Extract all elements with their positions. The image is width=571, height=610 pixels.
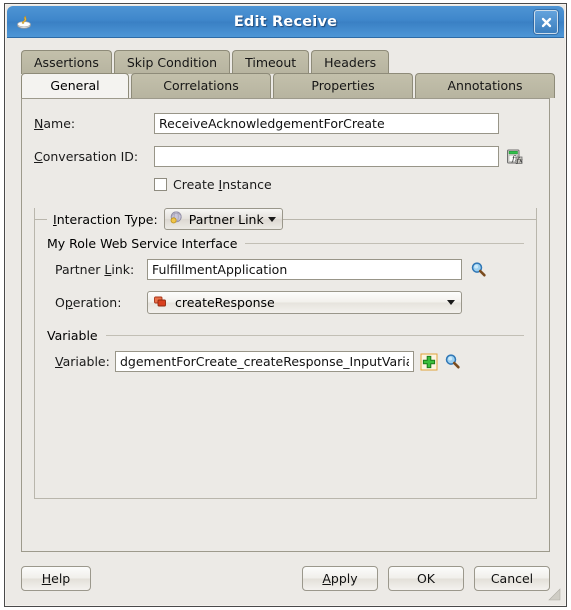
partner-link-row: Partner Link:: [47, 259, 524, 280]
fx-expression-builder-icon[interactable]: fx fx: [505, 147, 525, 167]
tab-correlations-label: Correlations: [163, 78, 239, 93]
my-role-section: My Role Web Service Interface: [47, 236, 524, 251]
tab-general[interactable]: General: [21, 73, 129, 98]
create-instance-label[interactable]: Create Instance: [173, 177, 272, 192]
tab-properties-label: Properties: [311, 78, 375, 93]
partner-link-icon: [169, 210, 184, 228]
operation-chevron-down-icon: [447, 300, 455, 305]
tab-general-label: General: [50, 78, 100, 93]
window-titlebar: Edit Receive: [7, 6, 564, 38]
tab-correlations[interactable]: Correlations: [131, 73, 271, 98]
name-input[interactable]: [154, 113, 499, 134]
help-button[interactable]: Help: [21, 565, 91, 591]
tab-row-lower: General Correlations Properties Annotati…: [21, 73, 564, 98]
create-instance-checkbox[interactable]: [154, 178, 167, 191]
variable-section-label: Variable: [47, 328, 98, 343]
operation-value: createResponse: [175, 295, 275, 310]
partner-link-browse-magnifier-icon[interactable]: [468, 260, 488, 280]
dialog-content: Assertions Skip Condition Timeout Header…: [7, 38, 564, 604]
partner-link-input[interactable]: [147, 259, 462, 280]
resize-grip-icon[interactable]: [547, 587, 561, 601]
conversation-id-label: Conversation ID:: [34, 149, 139, 164]
name-row: Name:: [34, 113, 537, 134]
variable-section: Variable: [47, 328, 524, 343]
general-tab-panel: Name: Conversation ID: fx fx: [21, 98, 550, 552]
tab-strip: Assertions Skip Condition Timeout Header…: [7, 38, 564, 98]
name-label: Name:: [34, 116, 76, 131]
svg-text:fx: fx: [516, 156, 523, 164]
ok-button[interactable]: OK: [388, 565, 464, 591]
tab-assertions-label: Assertions: [34, 55, 99, 70]
operation-icon: [153, 294, 168, 312]
interaction-type-header: Interaction Type: Partner Link: [35, 208, 536, 230]
partner-link-label: Partner Link:: [55, 262, 135, 277]
tab-properties[interactable]: Properties: [273, 73, 413, 98]
tab-row-upper: Assertions Skip Condition Timeout Header…: [21, 50, 564, 74]
tab-skip-condition-label: Skip Condition: [126, 55, 218, 70]
tab-headers-label: Headers: [324, 55, 377, 70]
operation-combo[interactable]: createResponse: [147, 291, 462, 314]
operation-row: Operation: createResponse: [47, 291, 524, 314]
tab-skip-condition[interactable]: Skip Condition: [113, 50, 231, 74]
operation-label: Operation:: [55, 295, 122, 310]
apply-button[interactable]: Apply: [302, 565, 378, 591]
tab-timeout[interactable]: Timeout: [232, 50, 310, 74]
create-instance-row: Create Instance: [34, 177, 537, 192]
tab-headers[interactable]: Headers: [311, 50, 390, 74]
variable-label: Variable:: [55, 354, 110, 369]
cancel-button[interactable]: Cancel: [474, 565, 550, 591]
conversation-id-row: Conversation ID: fx fx: [34, 146, 537, 167]
tab-annotations-label: Annotations: [447, 78, 523, 93]
edit-receive-dialog: Edit Receive Assertions Skip Condition T…: [4, 3, 567, 607]
variable-row: Variable:: [47, 351, 524, 372]
chevron-down-icon: [267, 216, 276, 222]
interaction-type-groupbox: Interaction Type: Partner Link My Role W…: [34, 208, 537, 499]
tab-assertions[interactable]: Assertions: [21, 50, 112, 74]
conversation-id-input[interactable]: [154, 146, 499, 167]
variable-browse-magnifier-icon[interactable]: [442, 352, 462, 372]
variable-input[interactable]: [115, 351, 414, 372]
tab-annotations[interactable]: Annotations: [415, 73, 555, 98]
interaction-type-label: Interaction Type:: [53, 211, 158, 227]
interaction-type-value: Partner Link: [188, 211, 264, 227]
close-button[interactable]: [534, 10, 558, 34]
groupbox-filler: [47, 378, 524, 488]
dialog-button-bar: Help Apply OK Cancel: [7, 552, 564, 604]
tab-timeout-label: Timeout: [245, 55, 297, 70]
interaction-type-combo[interactable]: Partner Link: [163, 208, 283, 230]
my-role-section-label: My Role Web Service Interface: [47, 236, 238, 251]
window-title: Edit Receive: [233, 13, 338, 30]
add-plus-icon[interactable]: [419, 352, 439, 372]
